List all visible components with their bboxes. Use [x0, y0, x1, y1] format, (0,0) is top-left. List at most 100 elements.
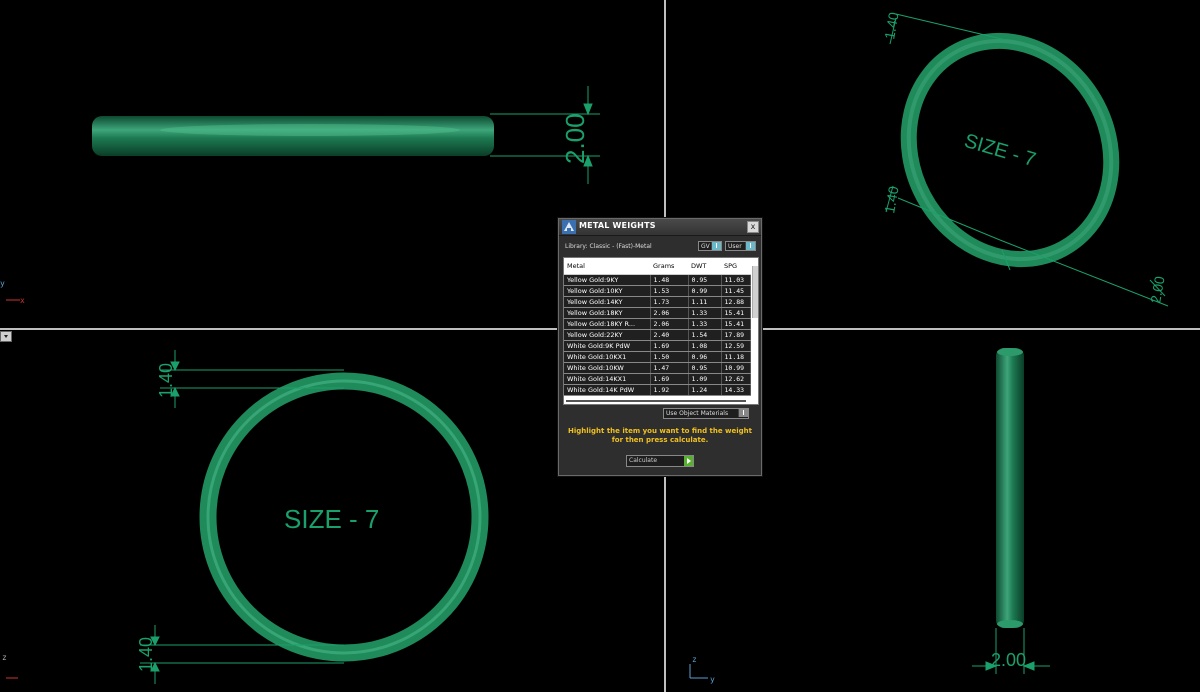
- dimension-label-bottom-left-bottom: 1.40: [136, 637, 156, 672]
- dwt-cell: 0.99: [688, 285, 722, 297]
- grams-cell: 1.50: [650, 351, 689, 363]
- grams-cell: 1.53: [650, 285, 689, 297]
- ring-size-label-front: SIZE - 7: [284, 504, 379, 534]
- dimension-label-top-right-b: 1.40: [881, 185, 902, 215]
- instruction-text: Highlight the item you want to find the …: [559, 427, 761, 445]
- axis-gizmo-top-left: x y: [0, 279, 25, 305]
- calculate-button[interactable]: Calculate: [626, 455, 694, 467]
- ring-vertical-bottom: [997, 620, 1023, 628]
- grams-cell: 1.69: [650, 340, 689, 352]
- unit-select-value: GV: [701, 243, 710, 250]
- dimension-label-top-right-c: 2.00: [1147, 275, 1168, 305]
- dimension-label-top-left: 2.00: [560, 113, 590, 164]
- library-user-value: User: [728, 243, 742, 250]
- spg-cell: 11.45: [721, 285, 751, 297]
- dimension-label-bottom-left-top: 1.40: [156, 363, 176, 398]
- dwt-cell: 1.24: [688, 384, 722, 396]
- table-row[interactable]: Yellow Gold:18KY 2.06 1.33 15.41: [564, 307, 751, 319]
- ring-side-profile: [92, 116, 494, 156]
- dialog-title: METAL WEIGHTS: [579, 221, 656, 230]
- top-right-viewport[interactable]: SIZE - 7 1.40 1.40 2.00: [871, 5, 1169, 307]
- grams-cell: 1.73: [650, 296, 689, 308]
- metal-cell: Yellow Gold:18KY R...: [564, 318, 651, 330]
- metal-weights-dialog[interactable]: METAL WEIGHTS x Library: Classic - (Fast…: [558, 218, 762, 476]
- metal-cell: Yellow Gold:18KY: [564, 307, 651, 319]
- ring-side-highlight: [160, 124, 460, 136]
- close-button[interactable]: x: [747, 221, 759, 233]
- materials-select[interactable]: Use Object Materials: [663, 408, 749, 419]
- calculate-label: Calculate: [629, 457, 658, 464]
- grams-cell: 1.47: [650, 362, 689, 374]
- axis-gizmo-bottom-left: z: [2, 653, 18, 679]
- table-row[interactable]: Yellow Gold:10KY 1.53 0.99 11.45: [564, 285, 751, 297]
- svg-text:y: y: [0, 279, 5, 288]
- bottom-left-viewport[interactable]: SIZE - 7 1.40 1.40 z: [2, 350, 489, 684]
- spg-cell: 14.33: [721, 384, 751, 396]
- table-row[interactable]: White Gold:10KW 1.47 0.95 10.99: [564, 362, 751, 374]
- dwt-cell: 1.08: [688, 340, 722, 352]
- svg-text:z: z: [2, 653, 7, 662]
- library-row: Library: Classic - (Fast)-Metal GV User: [559, 236, 761, 256]
- materials-select-value: Use Object Materials: [666, 410, 729, 417]
- spg-cell: 12.88: [721, 296, 751, 308]
- top-left-viewport[interactable]: 2.00 x y: [0, 86, 600, 305]
- grams-cell: 2.06: [650, 307, 689, 319]
- dwt-cell: 1.33: [688, 318, 722, 330]
- table-row[interactable]: White Gold:14K PdW 1.92 1.24 14.33: [564, 384, 751, 396]
- spg-cell: 12.59: [721, 340, 751, 352]
- grams-cell: 1.69: [650, 373, 689, 385]
- library-label: Library: Classic - (Fast)-Metal: [565, 243, 652, 250]
- metal-cell: White Gold:10KW: [564, 362, 651, 374]
- dwt-cell: 1.09: [688, 373, 722, 385]
- dwt-cell: 0.95: [688, 362, 722, 374]
- spg-cell: 11.18: [721, 351, 751, 363]
- table-horizontal-scrollbar[interactable]: [566, 400, 746, 402]
- table-row[interactable]: White Gold:9K PdW 1.69 1.08 12.59: [564, 340, 751, 352]
- grams-cell: 2.40: [650, 329, 689, 341]
- spg-cell: 15.41: [721, 307, 751, 319]
- axis-gizmo-bottom-right: z y: [689, 655, 715, 684]
- spg-cell: 15.41: [721, 318, 751, 330]
- dwt-cell: 1.33: [688, 307, 722, 319]
- ring-size-label-perspective: SIZE - 7: [962, 130, 1039, 171]
- column-header-metal[interactable]: Metal: [564, 258, 650, 275]
- library-user-select[interactable]: User: [725, 241, 756, 251]
- grams-cell: 2.06: [650, 318, 689, 330]
- chevron-down-icon: [738, 409, 748, 417]
- metal-table[interactable]: Metal Grams DWT SPG Yellow Gold:9KY 1.48 0…: [563, 257, 759, 405]
- table-row[interactable]: Yellow Gold:14KY 1.73 1.11 12.88: [564, 296, 751, 308]
- close-icon: x: [750, 222, 756, 231]
- column-header-grams[interactable]: Grams: [650, 258, 688, 275]
- table-row[interactable]: Yellow Gold:9KY 1.48 0.95 11.03: [564, 274, 751, 286]
- metal-cell: Yellow Gold:14KY: [564, 296, 651, 308]
- table-header-row: Metal Grams DWT SPG: [564, 258, 750, 275]
- table-row[interactable]: White Gold:14KX1 1.69 1.09 12.62: [564, 373, 751, 385]
- instruction-line-1: Highlight the item you want to find the …: [568, 427, 752, 435]
- table-row[interactable]: Yellow Gold:22KY 2.40 1.54 17.89: [564, 329, 751, 341]
- column-header-dwt[interactable]: DWT: [688, 258, 721, 275]
- spg-cell: 10.99: [721, 362, 751, 374]
- dwt-cell: 1.54: [688, 329, 722, 341]
- chevron-down-icon: [745, 242, 755, 250]
- table-row[interactable]: White Gold:10KX1 1.50 0.96 11.18: [564, 351, 751, 363]
- svg-text:y: y: [710, 675, 715, 684]
- metal-cell: White Gold:14K PdW: [564, 384, 651, 396]
- metal-cell: White Gold:9K PdW: [564, 340, 651, 352]
- ring-vertical-profile: [996, 348, 1024, 628]
- dimension-label-bottom-right: 2.00: [991, 650, 1026, 670]
- dialog-titlebar[interactable]: METAL WEIGHTS x: [559, 219, 761, 236]
- dwt-cell: 1.11: [688, 296, 722, 308]
- play-arrow-icon: [684, 456, 693, 466]
- unit-select[interactable]: GV: [698, 241, 722, 251]
- svg-text:z: z: [692, 655, 697, 664]
- table-row[interactable]: Yellow Gold:18KY R... 2.06 1.33 15.41: [564, 318, 751, 330]
- ring-vertical-top: [997, 348, 1023, 356]
- column-header-spg[interactable]: SPG: [721, 258, 750, 275]
- table-vertical-scrollbar[interactable]: [752, 266, 758, 318]
- metal-cell: White Gold:10KX1: [564, 351, 651, 363]
- metal-cell: Yellow Gold:10KY: [564, 285, 651, 297]
- svg-text:x: x: [20, 296, 25, 305]
- instruction-line-2: for then press calculate.: [611, 436, 709, 444]
- dwt-cell: 0.95: [688, 274, 722, 286]
- metal-cell: White Gold:14KX1: [564, 373, 651, 385]
